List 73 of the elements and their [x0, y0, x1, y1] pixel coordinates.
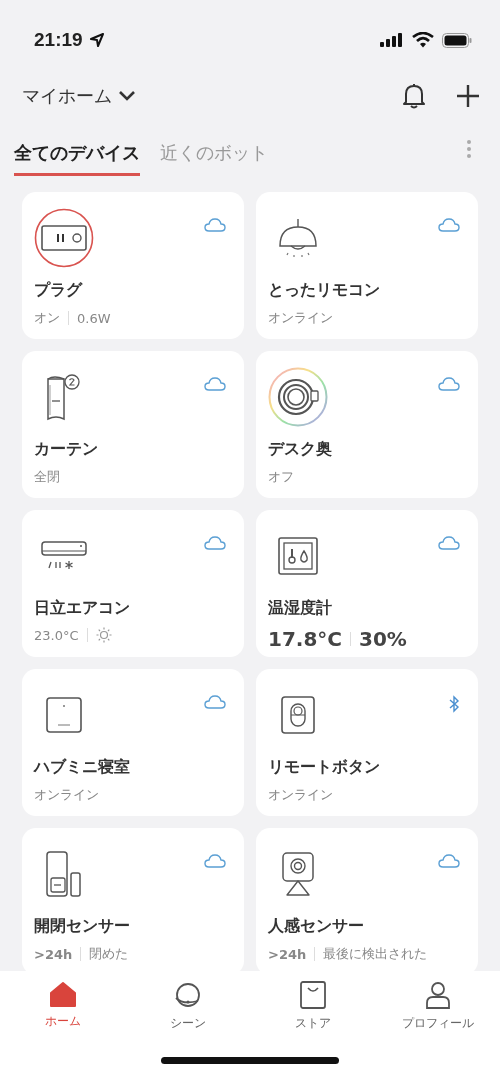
- device-status: >24h: [34, 946, 73, 962]
- device-name: 温湿度計: [268, 598, 333, 619]
- plug-icon: [41, 225, 87, 251]
- device-status: オン: [34, 309, 60, 327]
- cloud-icon: [204, 695, 226, 709]
- wifi-icon: [412, 32, 434, 48]
- signal-icon: [380, 33, 404, 47]
- nav-tab[interactable]: プロフィール: [375, 981, 500, 1053]
- device-name: デスク奥: [268, 439, 333, 460]
- device-name: 人感センサー: [268, 916, 365, 937]
- pendant-lamp-icon: [276, 218, 320, 258]
- device-name: カーテン: [34, 439, 99, 460]
- device-reading: 30%: [359, 627, 407, 651]
- device-card[interactable]: プラグ オン 0.6W: [22, 192, 244, 339]
- device-name: とったリモコン: [268, 280, 381, 301]
- device-status: オフ: [268, 468, 294, 486]
- device-status: オンライン: [34, 786, 99, 804]
- device-name: リモートボタン: [268, 757, 381, 778]
- add-icon[interactable]: [456, 84, 480, 108]
- contact-sensor-icon: [46, 851, 82, 897]
- device-card[interactable]: カーテン 全閉: [22, 351, 244, 498]
- device-status: 0.6W: [77, 310, 111, 326]
- remote-button-icon: [281, 696, 315, 734]
- device-card[interactable]: リモートボタン オンライン: [256, 669, 478, 816]
- home-icon: [48, 981, 77, 1007]
- device-card[interactable]: 開閉センサー >24h 閉めた: [22, 828, 244, 971]
- planet-icon: [172, 981, 203, 1009]
- device-card[interactable]: ハブミニ寝室 オンライン: [22, 669, 244, 816]
- device-status: 23.0°C: [34, 627, 79, 643]
- cloud-icon: [204, 218, 226, 232]
- sun-icon: [95, 627, 112, 643]
- device-reading: 17.8°C: [268, 627, 343, 651]
- bell-icon[interactable]: [402, 83, 426, 109]
- cloud-icon: [438, 854, 460, 868]
- device-status: 最後に検出された: [323, 945, 428, 963]
- device-card[interactable]: デスク奥 オフ: [256, 351, 478, 498]
- shopping-bag-icon: [299, 981, 326, 1009]
- thermo-hygrometer-icon: [278, 537, 318, 575]
- location-arrow-icon: [88, 32, 105, 48]
- home-selector[interactable]: マイホーム: [22, 84, 136, 108]
- device-card[interactable]: 人感センサー >24h 最後に検出された: [256, 828, 478, 971]
- device-card[interactable]: とったリモコン オンライン: [256, 192, 478, 339]
- nav-tab[interactable]: シーン: [125, 981, 250, 1053]
- bluetooth-icon: [448, 695, 460, 713]
- device-name: ハブミニ寝室: [34, 757, 131, 778]
- air-conditioner-icon: [41, 540, 87, 572]
- hub-icon: [46, 697, 82, 733]
- motion-sensor-icon: [281, 851, 315, 897]
- cloud-icon: [204, 854, 226, 868]
- chevron-down-icon: [118, 90, 136, 102]
- device-status: 全閉: [34, 468, 60, 486]
- device-status: >24h: [268, 946, 307, 962]
- status-time: 21:19: [34, 29, 83, 51]
- device-name: 日立エアコン: [34, 598, 131, 619]
- nav-tab[interactable]: ホーム: [0, 981, 125, 1053]
- device-card[interactable]: 日立エアコン 23.0°C: [22, 510, 244, 657]
- device-status: オンライン: [268, 786, 333, 804]
- cloud-icon: [204, 377, 226, 391]
- nav-tab[interactable]: ストア: [250, 981, 375, 1053]
- profile-icon: [424, 981, 451, 1009]
- device-status: 閉めた: [89, 945, 129, 963]
- cloud-icon: [438, 536, 460, 550]
- battery-icon: [442, 32, 472, 48]
- device-name: プラグ: [34, 280, 84, 301]
- cloud-icon: [204, 536, 226, 550]
- cloud-icon: [438, 218, 460, 232]
- tab[interactable]: 全てのデバイス: [14, 132, 140, 176]
- device-status: オンライン: [268, 309, 333, 327]
- device-name: 開閉センサー: [34, 916, 131, 937]
- device-card[interactable]: 温湿度計 17.8°C 30%: [256, 510, 478, 657]
- ring-icon: [34, 208, 94, 268]
- cloud-icon: [438, 377, 460, 391]
- ring-icon: [268, 367, 328, 427]
